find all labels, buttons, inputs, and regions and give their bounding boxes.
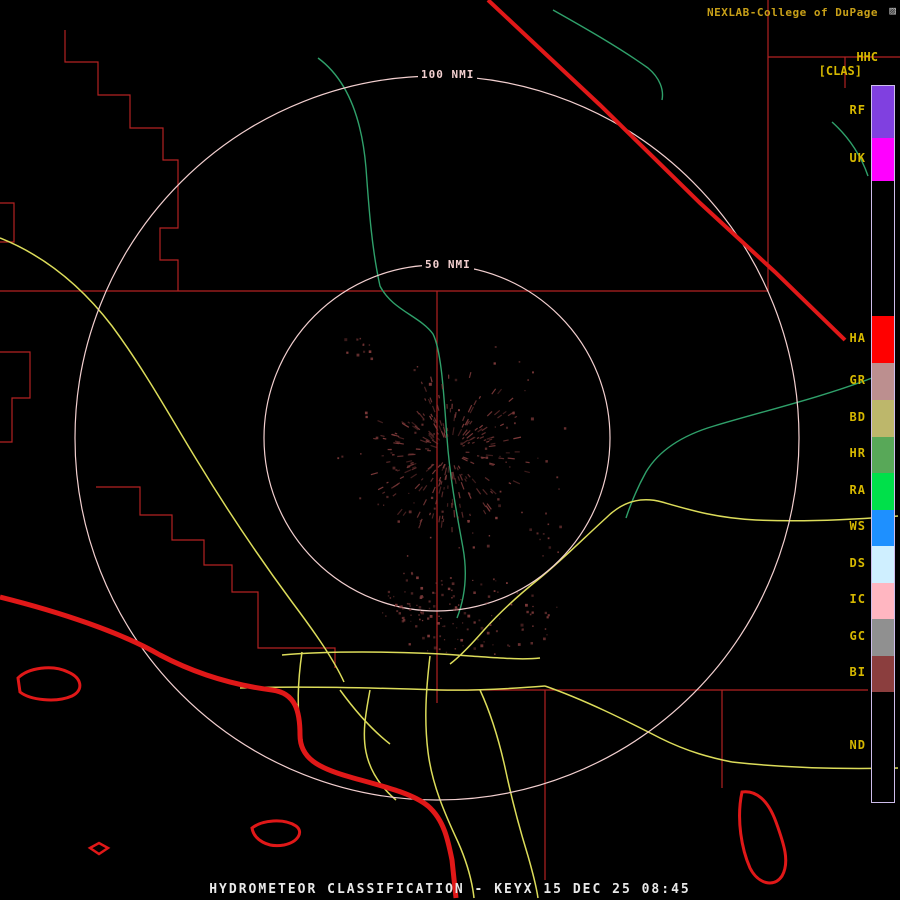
legend-swatch-GR: [872, 363, 894, 400]
county-boundaries: [0, 0, 900, 880]
legend-swatch-RF: [872, 86, 894, 138]
legend-label-HA: HA: [850, 331, 866, 345]
interstate-lines: [0, 0, 845, 898]
legend-label-DS: DS: [850, 556, 866, 570]
app-logo-icon[interactable]: ▨: [889, 4, 896, 17]
legend-swatch-DS: [872, 546, 894, 583]
legend-swatch-IC: [872, 583, 894, 619]
legend-label-IC: IC: [850, 592, 866, 606]
legend-swatch-UK: [872, 138, 894, 181]
legend-label-HR: HR: [850, 446, 866, 460]
legend-label-UK: UK: [850, 151, 866, 165]
legend-swatch-ND: [872, 692, 894, 802]
legend-label-RF: RF: [850, 103, 866, 117]
range-ring-label-100nmi: 100 NMI: [418, 68, 477, 81]
legend-label-WS: WS: [850, 519, 866, 533]
legend-swatch-RA: [872, 473, 894, 510]
legend-label-BI: BI: [850, 665, 866, 679]
classification-color-bar: [871, 85, 895, 803]
radar-display: NEXLAB-College of DuPage ▨ HHC [CLAS] 10…: [0, 0, 900, 900]
legend-swatch-WS: [872, 510, 894, 546]
range-ring-label-50nmi: 50 NMI: [422, 258, 474, 271]
legend-label-RA: RA: [850, 483, 866, 497]
legend-label-GC: GC: [850, 629, 866, 643]
radar-map: [0, 0, 900, 900]
site-title: NEXLAB-College of DuPage: [707, 6, 878, 19]
legend-swatch-HR: [872, 437, 894, 473]
legend-swatch-BD: [872, 400, 894, 437]
product-code-label: HHC: [856, 50, 878, 64]
legend-swatch-HA: [872, 316, 894, 363]
product-title-bar: HYDROMETEOR CLASSIFICATION - KEYX 15 DEC…: [0, 882, 900, 897]
radar-echoes: [337, 338, 566, 655]
legend-swatch-GC: [872, 619, 894, 656]
product-mode-label: [CLAS]: [819, 64, 862, 78]
legend-swatch-gap: [872, 181, 894, 316]
legend-label-BD: BD: [850, 410, 866, 424]
legend-swatch-BI: [872, 656, 894, 692]
legend-label-GR: GR: [850, 373, 866, 387]
legend-label-ND: ND: [850, 738, 866, 752]
